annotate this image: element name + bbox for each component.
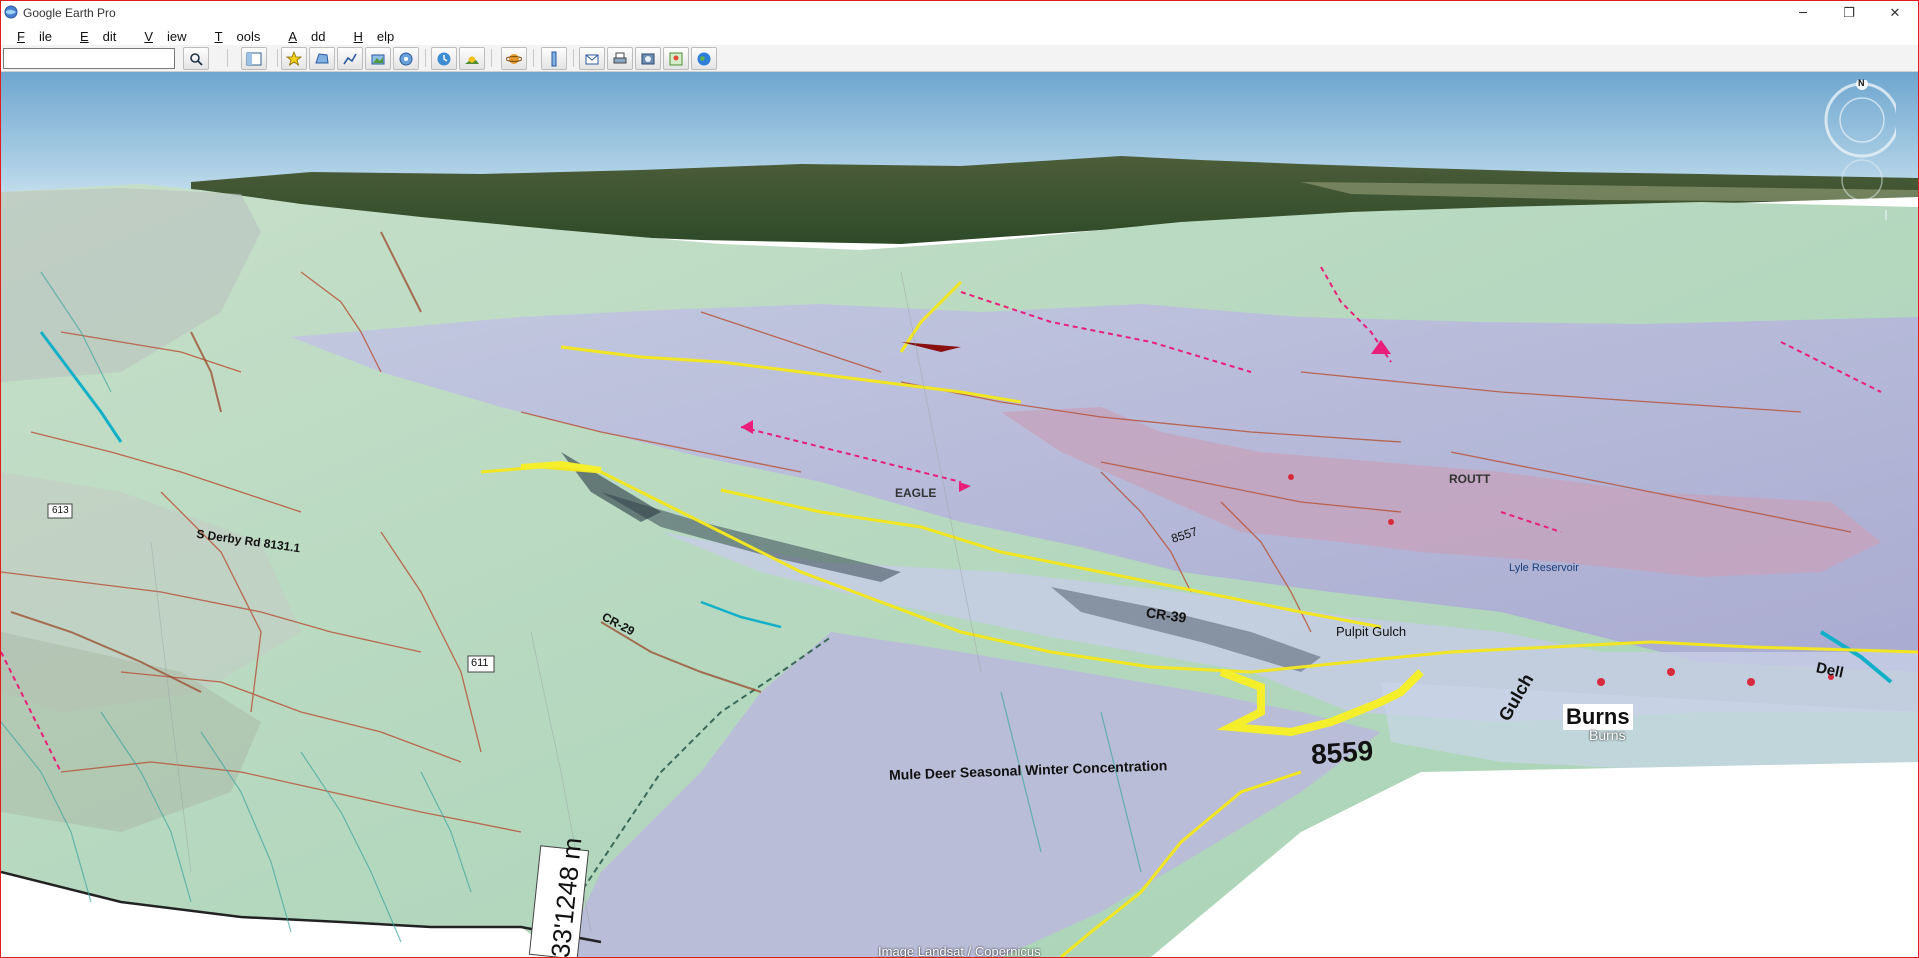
print-button[interactable] [607, 47, 633, 70]
menu-add[interactable]: Add [272, 25, 337, 44]
historical-imagery-icon [437, 52, 451, 65]
add-path-button[interactable] [337, 47, 363, 70]
terrain-scene [1, 72, 1918, 957]
place-label-lyle-reservoir: Lyle Reservoir [1509, 562, 1579, 574]
email-icon [585, 54, 599, 64]
menu-bar: File Edit View Tools Add Help [1, 25, 1918, 45]
menu-tools[interactable]: Tools [199, 25, 273, 44]
sunlight-button[interactable] [459, 47, 485, 70]
google-earth-icon [4, 5, 18, 19]
menu-edit[interactable]: Edit [64, 25, 128, 44]
image-overlay-icon [371, 54, 385, 64]
minimize-button[interactable]: ─ [1780, 1, 1826, 25]
window-title: Google Earth Pro [23, 6, 116, 20]
sidebar-toggle-icon [246, 52, 262, 65]
county-label-eagle: EAGLE [895, 486, 937, 500]
toolbar [1, 45, 1918, 72]
add-image-overlay-button[interactable] [365, 47, 391, 70]
path-icon [343, 53, 357, 64]
county-label-routt: ROUTT [1449, 472, 1491, 486]
road-shield-611: 611 [471, 657, 489, 669]
search-button[interactable] [183, 47, 209, 70]
save-image-button[interactable] [635, 47, 661, 70]
earth-icon [697, 52, 711, 65]
view-in-maps-icon [669, 52, 683, 65]
save-image-icon [641, 53, 655, 64]
compass-icon[interactable] [1816, 78, 1900, 220]
view-in-maps-button[interactable] [663, 47, 689, 70]
record-tour-button[interactable] [393, 47, 419, 70]
historical-imagery-button[interactable] [431, 47, 457, 70]
switch-planets-button[interactable] [501, 47, 527, 70]
search-icon [190, 52, 203, 66]
close-button[interactable]: ✕ [1872, 1, 1918, 25]
record-tour-icon [399, 52, 413, 65]
toolbar-separator [425, 49, 426, 67]
title-bar: Google Earth Pro ─ ❐ ✕ [1, 1, 1918, 25]
toolbar-separator [277, 49, 278, 67]
menu-help[interactable]: Help [338, 25, 407, 44]
sidebar-toggle-button[interactable] [241, 47, 267, 70]
ruler-button[interactable] [541, 47, 567, 70]
3d-map-viewport[interactable]: 33'1248 m 613 611 CR-39 8559 Pulpit Gulc… [1, 72, 1918, 957]
sun-icon [465, 56, 479, 64]
menu-view[interactable]: View [128, 25, 198, 44]
app-window: Google Earth Pro ─ ❐ ✕ File Edit View Tools… [0, 0, 1919, 958]
ruler-icon [551, 51, 557, 66]
add-polygon-button[interactable] [309, 47, 335, 70]
menu-file[interactable]: File [1, 25, 64, 44]
place-label-burns-small: Burns [1589, 727, 1626, 743]
polygon-icon [315, 52, 329, 63]
add-placemark-button[interactable] [281, 47, 307, 70]
planets-icon [506, 53, 522, 64]
place-label-pulpit-gulch: Pulpit Gulch [1336, 624, 1407, 639]
toolbar-separator [491, 49, 492, 67]
navigation-controls[interactable]: N [1816, 78, 1900, 220]
road-shield-613: 613 [52, 505, 69, 516]
imagery-attribution: Image Landsat / Copernicus [878, 944, 1041, 957]
search-input[interactable] [3, 48, 175, 69]
restore-button[interactable]: ❐ [1826, 1, 1872, 25]
email-button[interactable] [579, 47, 605, 70]
earth-view-button[interactable] [691, 47, 717, 70]
compass-north-label: N [1858, 78, 1865, 88]
toolbar-separator [573, 49, 574, 67]
road-label-8559: 8559 [1309, 734, 1375, 771]
print-icon [613, 52, 627, 63]
toolbar-separator [533, 49, 534, 67]
placemark-icon [286, 50, 302, 66]
toolbar-separator [227, 49, 228, 67]
